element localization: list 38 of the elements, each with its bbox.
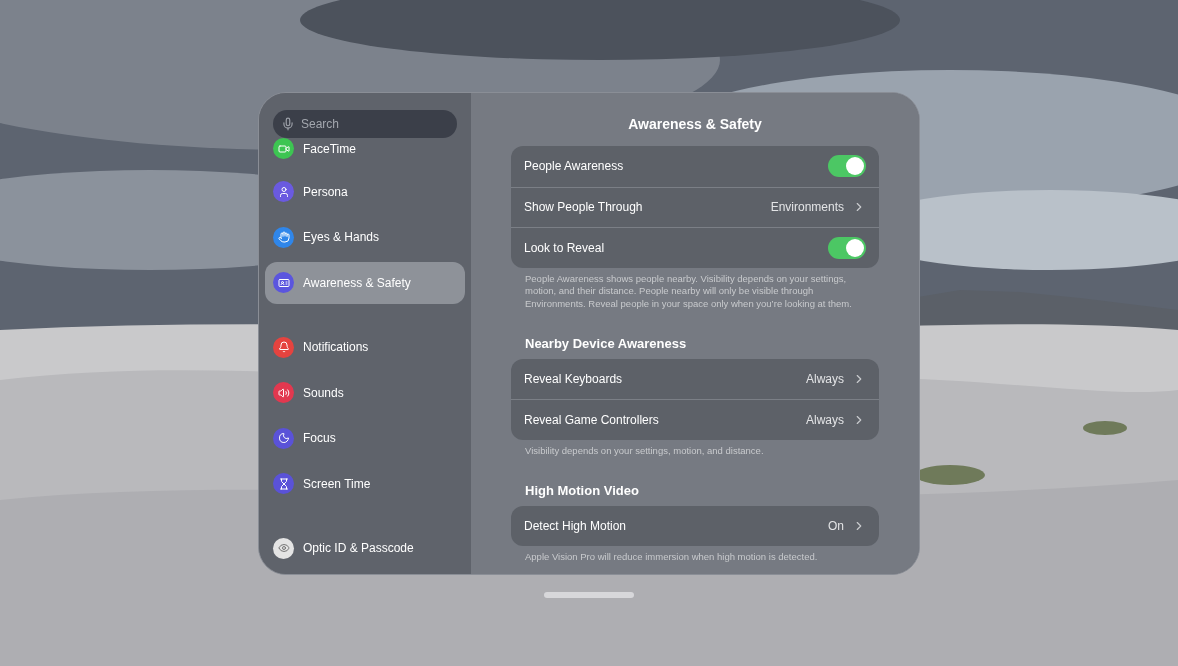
eye-icon xyxy=(277,542,290,555)
section-header: Nearby Device Awareness xyxy=(524,335,688,353)
sidebar-item[interactable]: Screen Time xyxy=(265,462,465,505)
search-field[interactable]: Search xyxy=(273,110,457,138)
row-value: Always xyxy=(806,411,844,429)
section-header: High Motion Video xyxy=(524,482,640,500)
settings-row[interactable]: Detect High Motion On xyxy=(511,505,879,546)
settings-row[interactable]: Reveal Keyboards Always xyxy=(511,358,879,399)
person-icon xyxy=(277,185,290,198)
section-footer: Visibility depends on your settings, motion, and distance. xyxy=(511,439,879,457)
speaker-icon xyxy=(277,386,290,399)
toggle-switch[interactable] xyxy=(828,155,866,178)
sidebar-item[interactable]: Focus xyxy=(265,417,465,460)
hourglass-icon xyxy=(277,477,290,490)
id-card-icon xyxy=(277,276,290,289)
bell-icon xyxy=(277,341,290,354)
settings-row[interactable]: People Awareness xyxy=(511,146,879,187)
section-footer: Apple Vision Pro will reduce immersion when high motion is detected. xyxy=(511,546,879,564)
page-title: Awareness & Safety xyxy=(627,115,763,134)
settings-row[interactable]: Show People Through Environments xyxy=(511,186,879,227)
sidebar-item[interactable]: Eyes & Hands xyxy=(265,216,465,259)
section-footer: People Awareness shows people nearby. Visibility depends on your settings, motion, and their distance. People nearby will only be visible through Environments. Reveal people in your space only when you’re looking at them. xyxy=(511,267,879,310)
sidebar-item[interactable]: Awareness & Safety xyxy=(265,261,465,304)
toggle-switch[interactable] xyxy=(828,236,866,259)
sidebar-item[interactable]: Sounds xyxy=(265,371,465,414)
microphone-icon[interactable] xyxy=(281,117,295,131)
moon-icon xyxy=(277,432,290,445)
row-value: On xyxy=(828,517,844,535)
sidebar-item[interactable]: Persona xyxy=(265,170,465,213)
settings-row[interactable]: Reveal Game Controllers Always xyxy=(511,399,879,440)
search-input[interactable]: Search xyxy=(301,110,441,138)
sidebar-item[interactable]: FaceTime xyxy=(265,138,465,159)
sidebar-item[interactable]: Notifications xyxy=(265,326,465,369)
hand-icon xyxy=(277,231,290,244)
sidebar-item[interactable]: Optic ID & Passcode xyxy=(265,527,465,570)
settings-row[interactable]: Look to Reveal xyxy=(511,227,879,268)
row-value: Always xyxy=(806,370,844,388)
row-value: Environments xyxy=(770,199,844,217)
